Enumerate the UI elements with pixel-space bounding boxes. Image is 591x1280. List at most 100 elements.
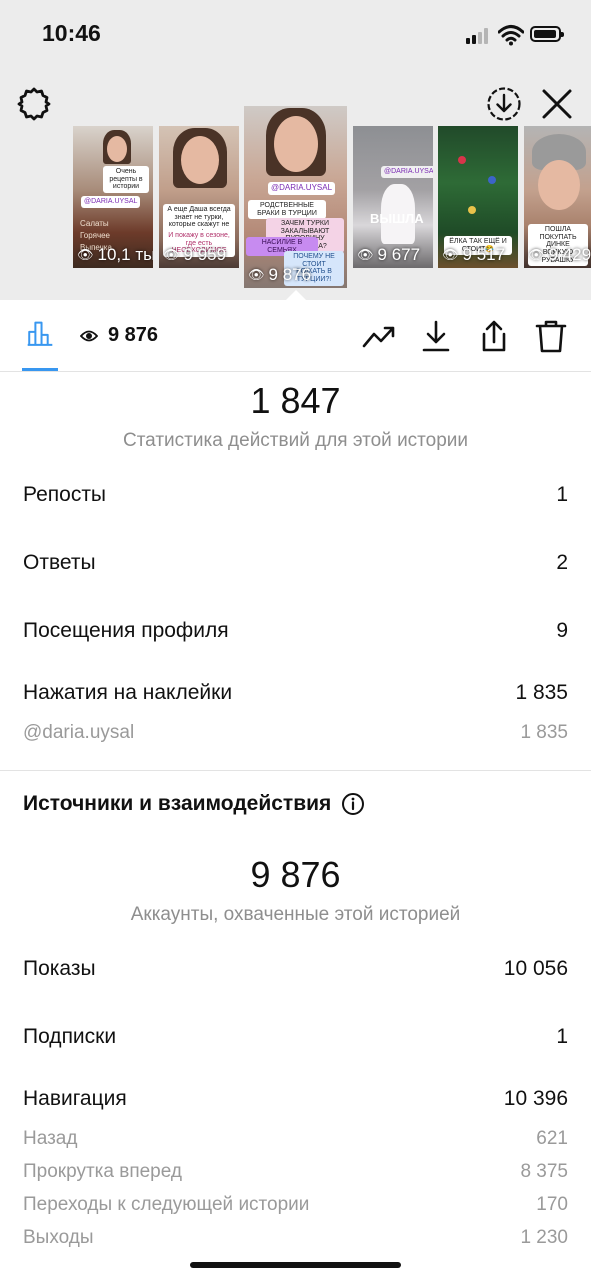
section-divider: [0, 770, 591, 771]
reach-total: 9 876: [250, 854, 341, 895]
stat-value: 1 835: [520, 722, 568, 743]
battery-icon: [530, 26, 564, 42]
stat-value: 10 056: [503, 957, 568, 980]
stat-row-navigation: Навигация 10 396: [23, 1087, 568, 1111]
eye-icon: 👁: [357, 247, 374, 262]
insights-toolbar: 9 876: [0, 300, 591, 372]
story-sticker: ВЫШЛА: [370, 211, 424, 226]
story-sticker: Салаты: [80, 219, 109, 228]
eye-icon: 👁: [163, 247, 180, 262]
stat-label: Переходы к следующей истории: [23, 1194, 310, 1215]
interactions-total: 1 847: [250, 380, 341, 421]
eye-icon: 👁: [248, 267, 265, 282]
share-icon[interactable]: [476, 318, 512, 354]
trending-icon[interactable]: [361, 318, 397, 354]
home-indicator[interactable]: [190, 1262, 401, 1268]
stat-row-replies: Ответы 2: [23, 551, 568, 575]
stat-subrow-next-story: Переходы к следующей истории 170: [23, 1194, 568, 1216]
stat-subrow-exits: Выходы 1 230: [23, 1227, 568, 1249]
eye-icon: 👁: [77, 247, 94, 262]
stat-value: 1: [556, 1025, 568, 1048]
stat-label: Посещения профиля: [23, 619, 229, 642]
story-face-shape: [274, 116, 318, 172]
stat-row-sticker-taps: Нажатия на наклейки 1 835: [23, 681, 568, 705]
story-views-count: 9 959: [183, 245, 227, 264]
stat-value: 2: [556, 551, 568, 574]
stat-value: 8 375: [520, 1161, 568, 1182]
stat-label: Репосты: [23, 483, 107, 506]
stat-label: Выходы: [23, 1227, 94, 1248]
story-views-count: 10,1 тыс.: [97, 245, 153, 264]
ornament-shape: [488, 176, 496, 184]
info-icon[interactable]: [341, 792, 365, 816]
stat-value: 10 396: [503, 1087, 568, 1110]
close-icon[interactable]: [539, 86, 575, 122]
stat-label: Подписки: [23, 1025, 117, 1048]
story-sticker: Горячее: [80, 231, 111, 240]
story-face-shape: [538, 160, 580, 210]
story-thumbnail[interactable]: @DARIA.UYSAL ВЫШЛА 👁 9 677: [353, 126, 433, 268]
stat-label: Навигация: [23, 1087, 127, 1110]
stat-row-profile-visits: Посещения профиля 9: [23, 619, 568, 643]
story-views: 👁 9 429: [528, 245, 591, 265]
active-tab-indicator: [22, 368, 58, 371]
stat-label: @daria.uysal: [23, 722, 135, 743]
story-thumbnail[interactable]: ПОШЛА ПОКУПАТЬ ДИНКЕ ВСЯКУЮ РУБАШКУ 👁 9 4…: [524, 126, 591, 268]
story-views: 👁 9 959: [163, 245, 226, 265]
stat-subrow-back: Назад 621: [23, 1128, 568, 1150]
story-views: 👁 9 677: [357, 245, 420, 265]
stat-subrow-forward: Прокрутка вперед 8 375: [23, 1161, 568, 1183]
stat-label: Назад: [23, 1128, 78, 1149]
story-sticker: @DARIA.UYSAL: [268, 182, 336, 195]
reach-caption: Аккаунты, охваченные этой историей: [130, 904, 461, 925]
story-sticker: РОДСТВЕННЫЕ БРАКИ В ТУРЦИИ: [248, 200, 326, 220]
wifi-icon: [498, 25, 524, 46]
story-thumbnail[interactable]: Очень рецепты в истории @DARIA.UYSAL Сал…: [73, 126, 153, 268]
stat-row-impressions: Показы 10 056: [23, 957, 568, 981]
interactions-caption: Статистика действий для этой истории: [122, 430, 469, 451]
story-thumbnail[interactable]: ЁЛКА ТАК ЕЩЁ И СТОИТ😂 👁 9 517: [438, 126, 518, 268]
story-views-count: 9 677: [377, 245, 421, 264]
story-sticker: Очень рецепты в истории: [103, 166, 149, 194]
ornament-shape: [458, 156, 466, 164]
status-time: 10:46: [42, 20, 101, 46]
stat-label: Прокрутка вперед: [23, 1161, 182, 1182]
story-views: 👁 9 876: [248, 265, 311, 285]
story-views-count: 9 517: [462, 245, 506, 264]
gear-icon[interactable]: [16, 86, 52, 122]
stat-row-follows: Подписки 1: [23, 1025, 568, 1049]
stat-value: 1 835: [515, 681, 568, 704]
story-thumbnail-selected[interactable]: @DARIA.UYSAL РОДСТВЕННЫЕ БРАКИ В ТУРЦИИ …: [244, 106, 347, 288]
ornament-shape: [468, 206, 476, 214]
status-bar: 10:46: [0, 0, 591, 70]
views-summary: 9 876: [80, 324, 158, 347]
story-views: 👁 9 517: [442, 245, 505, 265]
story-face-shape: [181, 136, 219, 184]
trash-icon[interactable]: [533, 318, 569, 354]
discovery-section-title: Источники и взаимодействия: [23, 792, 365, 816]
story-views-count: 9 429: [548, 245, 591, 264]
story-face-shape: [107, 136, 127, 162]
stat-row-reposts: Репосты 1: [23, 483, 568, 507]
stat-label: Нажатия на наклейки: [23, 681, 233, 704]
story-views-count: 9 876: [268, 265, 312, 284]
eye-icon: 👁: [528, 247, 545, 262]
story-sticker: @DARIA.UYSAL: [381, 166, 433, 178]
eye-icon: 👁: [442, 247, 459, 262]
story-views: 👁10,1 тыс.: [77, 245, 153, 265]
stat-value: 9: [556, 619, 568, 642]
stat-value: 170: [536, 1194, 568, 1215]
story-archive-header: 10:46 Очень рецепты в истории @DARIA.UYS…: [0, 0, 591, 301]
story-thumbnail[interactable]: А еще Даша всегда знает не турки, которы…: [159, 126, 239, 268]
discovery-title-text: Источники и взаимодействия: [23, 792, 332, 815]
eye-icon: [80, 330, 98, 341]
stat-label: Показы: [23, 957, 96, 980]
stat-subrow-sticker: @daria.uysal 1 835: [23, 722, 568, 744]
stat-label: Ответы: [23, 551, 96, 574]
download-icon[interactable]: [418, 318, 454, 354]
stat-value: 1: [556, 483, 568, 506]
views-count: 9 876: [108, 324, 159, 346]
download-circle-icon[interactable]: [486, 86, 522, 122]
stat-value: 621: [536, 1128, 568, 1149]
bar-chart-icon[interactable]: [20, 318, 60, 358]
